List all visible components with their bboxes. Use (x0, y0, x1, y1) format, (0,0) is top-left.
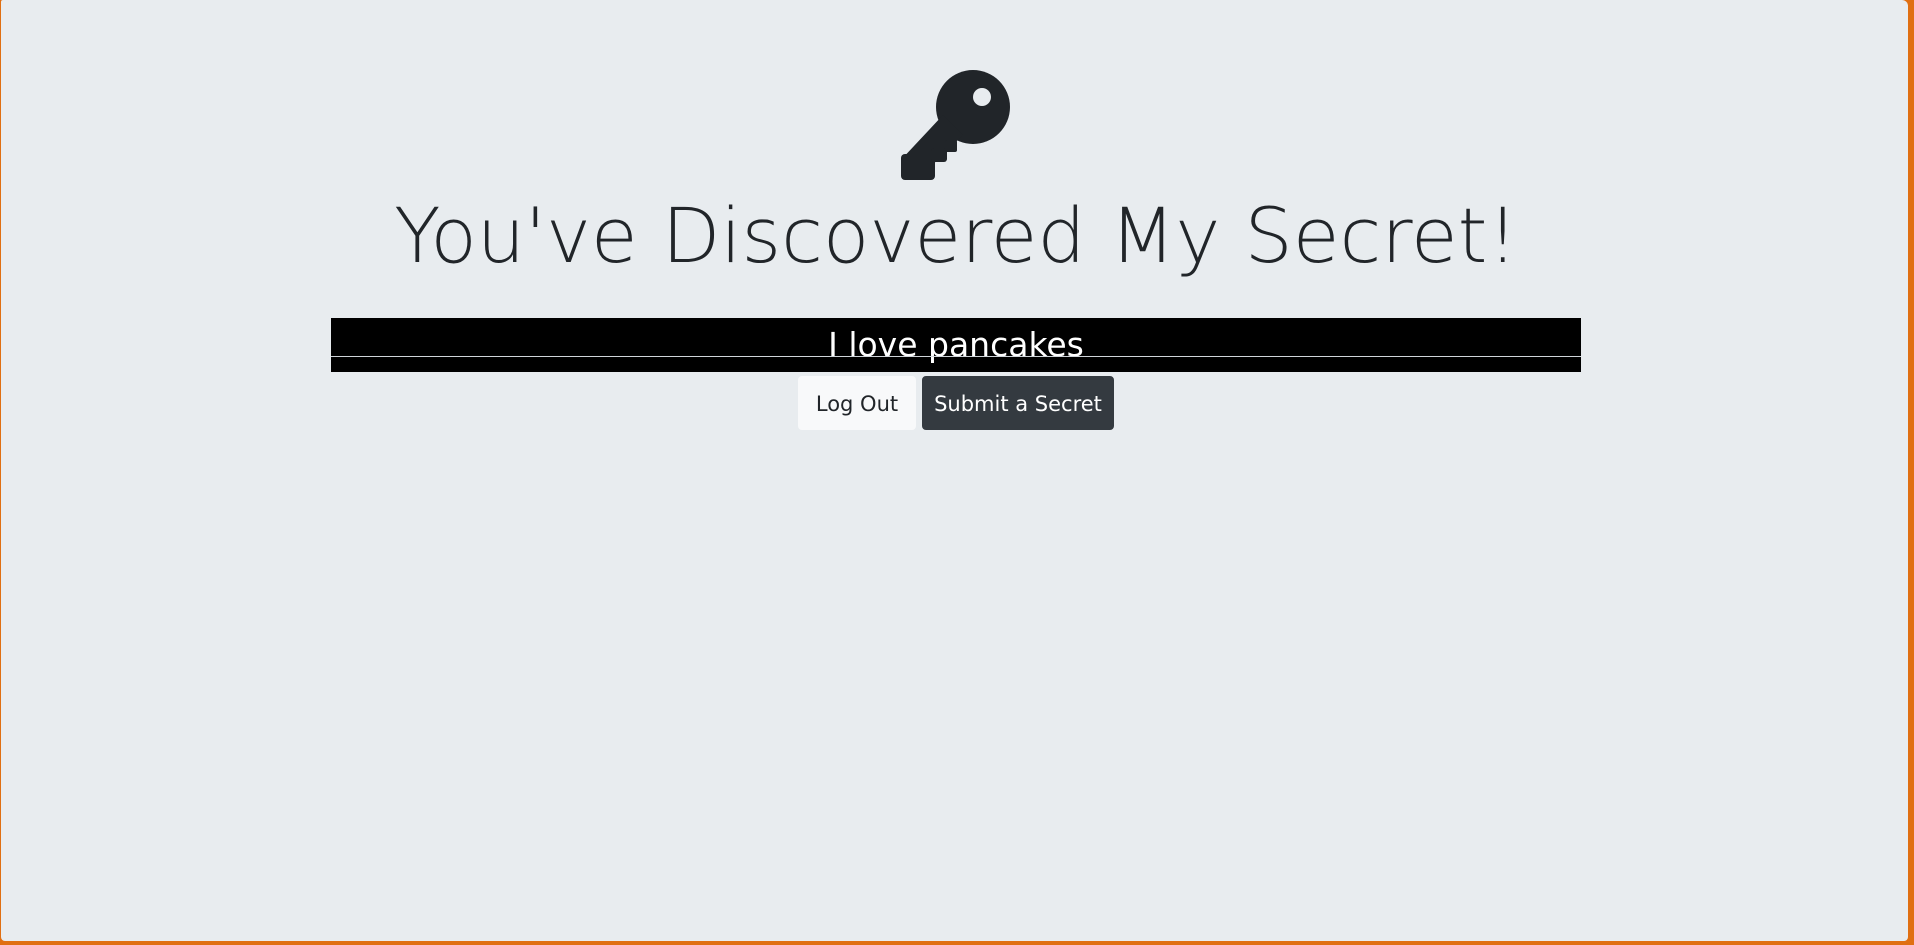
key-icon (901, 70, 1011, 180)
submit-secret-button[interactable]: Submit a Secret (922, 376, 1114, 430)
logout-button[interactable]: Log Out (798, 376, 916, 430)
page-title: You've Discovered My Secret! (394, 191, 1518, 280)
page: You've Discovered My Secret! I love panc… (1, 0, 1908, 941)
divider (331, 356, 1581, 357)
secret-text: I love pancakes (331, 318, 1581, 372)
key-icon-graphic (901, 70, 1010, 180)
